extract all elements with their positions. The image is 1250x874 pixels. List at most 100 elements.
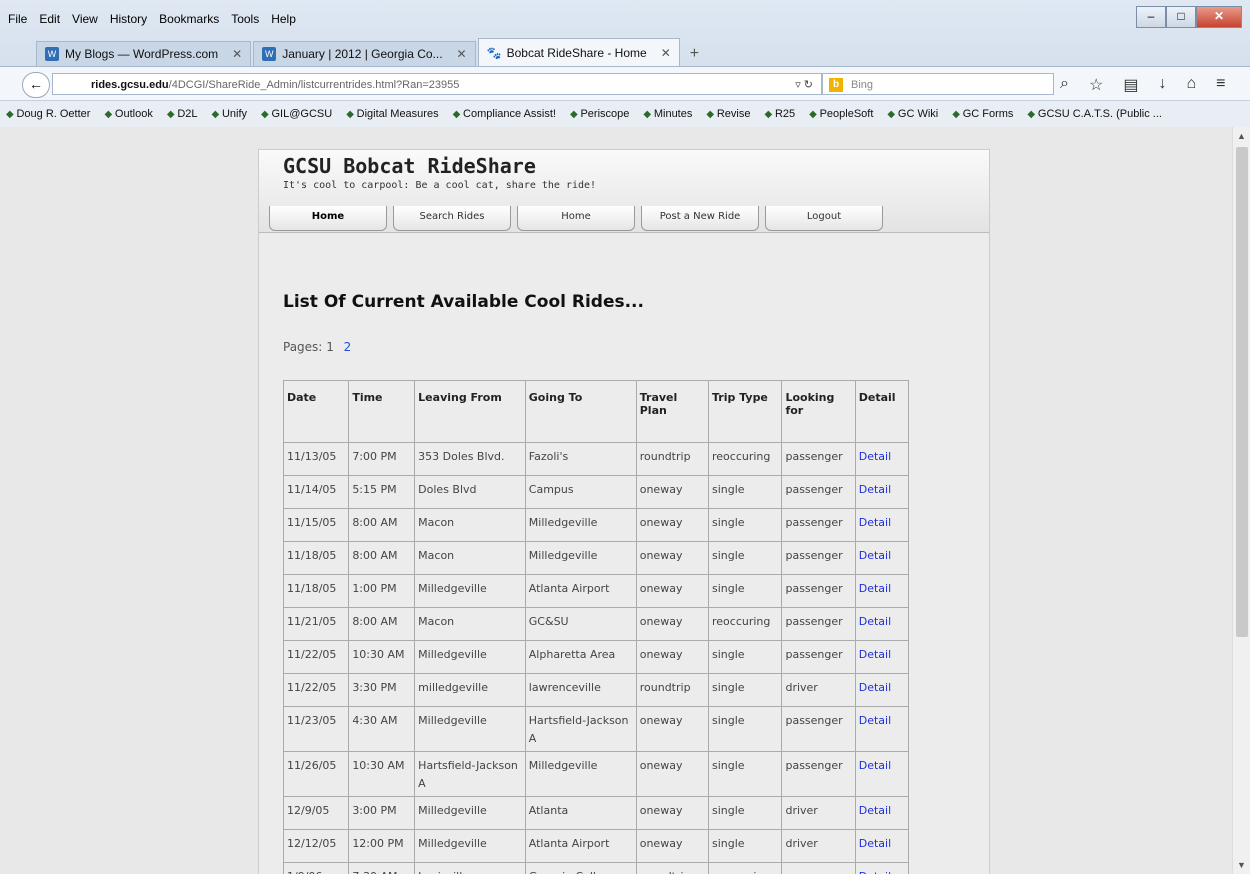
page-link-2[interactable]: 2 [344,340,352,354]
table-cell: oneway [635,508,710,542]
search-icon[interactable]: ⌕ [1060,75,1069,95]
bookmark-item[interactable]: ◆ GC Forms [952,108,1013,120]
reading-list-icon[interactable]: ▤ [1123,75,1138,95]
table-cell: 11/15/05 [282,508,350,542]
table-cell: Fazoli's [524,442,637,476]
nav-tab-home[interactable]: Home [269,206,387,231]
home-icon[interactable]: ⌂ [1186,75,1196,95]
table-cell: 3:30 PM [348,673,416,707]
table-cell: passenger [781,442,856,476]
detail-link[interactable]: Detail [854,475,910,509]
table-cell: reoccuring [707,607,783,641]
close-window-button[interactable]: ✕ [1196,6,1242,28]
detail-link[interactable]: Detail [854,541,910,575]
menu-tools[interactable]: Tools [229,12,261,26]
detail-link[interactable]: Detail [854,751,910,797]
bookmark-icon: ◆ [6,109,17,120]
table-cell: passenger [781,508,856,542]
table-cell: single [707,640,783,674]
detail-link[interactable]: Detail [854,796,910,830]
bookmark-label: Unify [221,108,248,120]
menu-help[interactable]: Help [269,12,298,26]
table-cell: Atlanta Airport [524,829,637,863]
table-cell: reoccuring [707,862,783,874]
bookmark-item[interactable]: ◆ Outlook [104,108,152,120]
bookmark-item[interactable]: ◆ Unify [212,108,248,120]
nav-tab-search-rides[interactable]: Search Rides [393,206,511,231]
bookmark-item[interactable]: ◆ Doug R. Oetter [6,108,90,120]
detail-link[interactable]: Detail [854,640,910,674]
menu-file[interactable]: File [6,12,29,26]
table-cell: Macon [414,508,526,542]
table-cell: passenger [781,541,856,575]
scroll-up-icon[interactable]: ▲ [1237,131,1246,141]
maximize-button[interactable]: □ [1166,6,1196,28]
back-button[interactable]: ← [22,72,50,98]
column-header: Travel Plan [635,380,710,443]
table-cell: single [707,751,783,797]
nav-tab-post-a-new-ride[interactable]: Post a New Ride [641,206,759,231]
table-cell: single [707,541,783,575]
url-bar[interactable]: rides.gcsu.edu/4DCGI/ShareRide_Admin/lis… [52,73,822,95]
minimize-button[interactable]: – [1136,6,1166,28]
site-nav: Home Search Rides Home Post a New Ride Logou… [269,206,889,231]
menu-history[interactable]: History [108,12,149,26]
new-tab-button[interactable]: + [682,42,707,66]
vertical-scrollbar[interactable]: ▲ ▼ [1232,127,1250,874]
bookmark-label: Digital Measures [356,108,439,120]
pagination: Pages: 1 2 [283,340,351,354]
bookmark-icon: ◆ [104,109,115,120]
detail-link[interactable]: Detail [854,574,910,608]
close-tab-icon[interactable]: ✕ [232,47,242,61]
table-cell: 4:30 AM [348,706,416,752]
detail-link[interactable]: Detail [854,508,910,542]
table-row: 11/14/05 5:15 PM Doles Blvd Campus oneway sin… [282,475,910,509]
scroll-down-icon[interactable]: ▼ [1237,860,1246,870]
close-tab-icon[interactable]: ✕ [661,46,671,60]
search-bar[interactable]: b Bing [822,73,1054,95]
table-cell: 5:15 PM [348,475,416,509]
detail-link[interactable]: Detail [854,607,910,641]
bookmark-item[interactable]: ◆ Minutes [643,108,692,120]
bookmark-item[interactable]: ◆ GIL@GCSU [261,108,332,120]
browser-tab[interactable]: W My Blogs — WordPress.com ✕ [36,41,252,66]
bookmark-item[interactable]: ◆ Periscope [570,108,629,120]
table-cell: 12:00 PM [348,829,416,863]
bookmark-item[interactable]: ◆ GCSU C.A.T.S. (Public ... [1027,108,1162,120]
detail-link[interactable]: Detail [854,442,910,476]
table-cell: passenger [781,862,856,874]
menu-edit[interactable]: Edit [37,12,62,26]
close-tab-icon[interactable]: ✕ [457,47,467,61]
bookmark-item[interactable]: ◆ Revise [706,108,750,120]
bookmark-star-icon[interactable]: ☆ [1089,75,1103,95]
download-icon[interactable]: ↓ [1158,75,1166,95]
detail-link[interactable]: Detail [854,673,910,707]
table-cell: 1:00 PM [348,574,416,608]
menu-view[interactable]: View [70,12,100,26]
detail-link[interactable]: Detail [854,862,910,874]
bookmark-item[interactable]: ◆ D2L [167,108,198,120]
bookmark-item[interactable]: ◆ GC Wiki [887,108,938,120]
wordpress-favicon-icon: W [45,47,59,61]
table-cell: 7:00 PM [348,442,416,476]
table-cell: 353 Doles Blvd. [414,442,526,476]
table-cell: 11/23/05 [282,706,350,752]
detail-link[interactable]: Detail [854,706,910,752]
bookmark-label: Revise [716,108,751,120]
reload-icon[interactable]: ▿ ↻ [795,74,813,96]
nav-tab-home[interactable]: Home [517,206,635,231]
browser-tab[interactable]: W January | 2012 | Georgia Co... ✕ [253,41,476,66]
bookmark-item[interactable]: ◆ Digital Measures [346,108,438,120]
bookmark-item[interactable]: ◆ Compliance Assist! [453,108,556,120]
table-cell: driver [781,829,856,863]
bookmark-item[interactable]: ◆ R25 [764,108,795,120]
menu-icon[interactable]: ≡ [1216,75,1225,95]
table-cell: oneway [635,574,710,608]
nav-tab-logout[interactable]: Logout [765,206,883,231]
browser-tab[interactable]: 🐾 Bobcat RideShare - Home ✕ [477,38,680,66]
detail-link[interactable]: Detail [854,829,910,863]
menu-bookmarks[interactable]: Bookmarks [157,12,221,26]
table-cell: lawrenceville [524,673,637,707]
bookmark-item[interactable]: ◆ PeopleSoft [809,108,873,120]
scrollbar-thumb[interactable] [1236,147,1248,637]
